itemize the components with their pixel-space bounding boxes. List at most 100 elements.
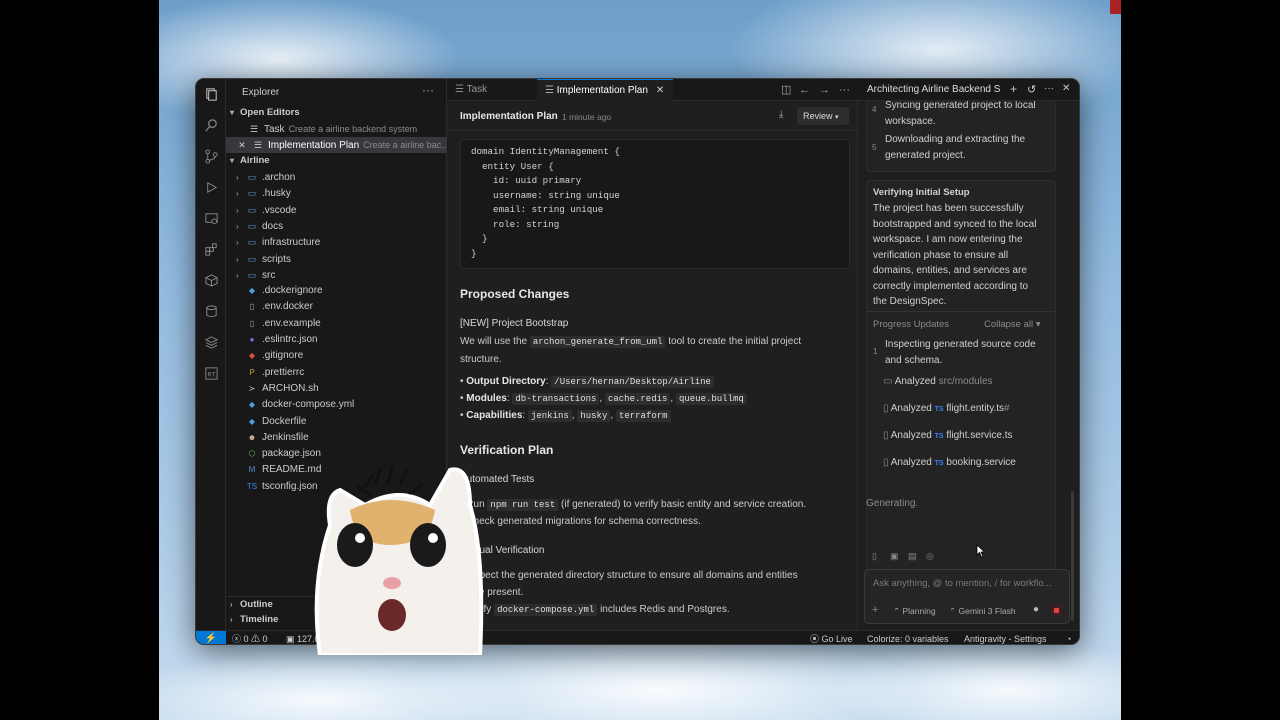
list-item: • Verify docker-compose.yml includes Red… bbox=[460, 601, 845, 619]
file-item[interactable]: ◆ .gitignore bbox=[226, 348, 447, 364]
task-card: Verifying Initial Setup The project has … bbox=[866, 180, 1056, 585]
close-icon[interactable]: ✕ bbox=[1062, 83, 1070, 94]
open-editor-item[interactable]: ✕ ☰ Implementation Plan Create a airline ba… bbox=[226, 137, 447, 153]
chat-input[interactable]: Ask anything, @ to mention, / for workfl… bbox=[873, 578, 1052, 589]
split-editor-icon[interactable]: ◫ bbox=[781, 79, 791, 101]
open-editors-header[interactable]: ▾ Open Editors bbox=[226, 105, 447, 121]
add-context-icon[interactable]: + bbox=[872, 604, 878, 616]
folder-icon: ▭ bbox=[247, 172, 257, 182]
browser-icon[interactable]: ▤ bbox=[908, 551, 917, 562]
step-number: 5 bbox=[872, 143, 877, 152]
extensions-icon[interactable] bbox=[204, 242, 219, 257]
document-timestamp: 1 minute ago bbox=[562, 112, 612, 122]
terminal-panel-icon[interactable]: RT bbox=[204, 366, 219, 381]
file-icon: ● bbox=[249, 335, 255, 344]
file-icon: TS bbox=[246, 481, 258, 491]
agent-panel-header: Architecting Airline Backend S + ↺ ··· ✕ bbox=[857, 79, 1079, 101]
go-live-button[interactable]: ⦿ Go Live bbox=[810, 631, 853, 644]
file-item[interactable]: ◆ docker-compose.yml bbox=[226, 397, 447, 413]
explorer-title: Explorer bbox=[242, 87, 280, 98]
review-button[interactable]: Review ▾ bbox=[797, 107, 849, 125]
document-header: Implementation Plan 1 minute ago ⤓ Revie… bbox=[447, 101, 857, 131]
more-actions-icon[interactable]: ··· bbox=[422, 83, 434, 97]
folder-item[interactable]: › ▭ docs bbox=[226, 218, 447, 234]
agent-conversation-title: Architecting Airline Backend S bbox=[867, 84, 1001, 95]
mouse-cursor-icon bbox=[976, 544, 986, 558]
file-item[interactable]: P .prettierrc bbox=[226, 365, 447, 381]
cube-icon[interactable] bbox=[204, 273, 219, 288]
scrollbar[interactable] bbox=[1071, 491, 1074, 621]
agent-panel: 4 Syncing generated project to local wor… bbox=[857, 101, 1079, 630]
model-selector[interactable]: ⌃ Gemini 3 Flash bbox=[949, 606, 1016, 617]
download-icon[interactable]: ⤓ bbox=[779, 109, 783, 120]
globe-icon[interactable]: ◎ bbox=[926, 551, 934, 562]
more-actions-icon[interactable]: ··· bbox=[1044, 83, 1054, 94]
list-icon: ☰ bbox=[253, 140, 263, 150]
collapse-all-button[interactable]: Collapse all ▾ bbox=[984, 317, 1041, 333]
cat-sticker bbox=[314, 465, 484, 655]
microphone-icon[interactable]: ● bbox=[1033, 604, 1039, 615]
run-debug-icon[interactable] bbox=[204, 180, 219, 195]
file-icon[interactable]: ▯ bbox=[872, 551, 877, 562]
tab-task[interactable]: ☰ Task bbox=[447, 79, 537, 101]
folder-icon: ▭ bbox=[247, 237, 257, 248]
mode-selector[interactable]: ⌃ Planning bbox=[893, 606, 936, 617]
history-icon[interactable]: ↺ bbox=[1027, 83, 1036, 96]
search-icon[interactable] bbox=[204, 118, 219, 133]
remote-explorer-icon[interactable] bbox=[204, 211, 219, 226]
source-control-icon[interactable] bbox=[204, 149, 219, 164]
image-icon[interactable]: ▣ bbox=[890, 551, 899, 562]
folder-item[interactable]: › ▭ .archon bbox=[226, 169, 447, 185]
close-icon[interactable]: ✕ bbox=[236, 137, 248, 153]
forward-arrow-icon[interactable]: → bbox=[819, 79, 830, 101]
svg-text:RT: RT bbox=[208, 370, 216, 378]
code-line: entity User { bbox=[471, 160, 554, 172]
close-icon[interactable]: ✕ bbox=[656, 85, 664, 96]
code-line: username: string unique bbox=[471, 189, 620, 201]
folder-icon: ▭ bbox=[247, 204, 257, 215]
open-editor-item[interactable]: ☰ Task Create a airline backend system bbox=[226, 121, 447, 137]
folder-item[interactable]: › ▭ scripts bbox=[226, 251, 447, 267]
chevron-up-icon: ⌃ bbox=[949, 606, 957, 616]
bell-icon[interactable]: ◔ bbox=[1066, 631, 1071, 644]
list-item: • Check generated migrations for schema … bbox=[460, 516, 701, 527]
plus-icon[interactable]: + bbox=[1010, 82, 1017, 96]
tab-implementation-plan[interactable]: ☰ Implementation Plan ✕ bbox=[537, 79, 673, 101]
folder-item[interactable]: › ▭ infrastructure bbox=[226, 234, 447, 250]
project-header[interactable]: ▾ Airline bbox=[226, 153, 447, 169]
folder-item[interactable]: › ▭ .vscode bbox=[226, 202, 447, 218]
folder-item[interactable]: › ▭ src bbox=[226, 267, 447, 283]
file-icon: M bbox=[248, 465, 256, 475]
file-icon: ◆ bbox=[248, 400, 256, 410]
settings-indicator[interactable]: Antigravity - Settings bbox=[964, 631, 1047, 644]
colorize-indicator[interactable]: Colorize: 0 variables bbox=[867, 631, 949, 644]
bootstrap-paragraph: We will use the archon_generate_from_uml… bbox=[460, 336, 802, 365]
more-actions-icon[interactable]: ··· bbox=[839, 79, 850, 101]
chat-input-box: Ask anything, @ to mention, / for workfl… bbox=[864, 569, 1070, 624]
task-heading: Verifying Initial Setup bbox=[873, 187, 970, 198]
layers-icon[interactable] bbox=[204, 335, 219, 350]
explorer-icon[interactable] bbox=[204, 87, 219, 102]
activity-bar: RT bbox=[196, 79, 226, 630]
file-item[interactable]: ▯ .env.example bbox=[226, 316, 447, 332]
file-icon: ◆ bbox=[248, 286, 256, 296]
file-item[interactable]: ⬡ package.json bbox=[226, 446, 447, 462]
folder-icon: ▭ bbox=[247, 253, 257, 264]
file-item[interactable]: ▯ .env.docker bbox=[226, 299, 447, 315]
file-item[interactable]: ◆ .dockerignore bbox=[226, 283, 447, 299]
file-item[interactable]: ◆ Dockerfile bbox=[226, 414, 447, 430]
folder-icon: ▭ bbox=[883, 376, 895, 387]
file-icon: ▯ bbox=[249, 302, 255, 312]
stop-button[interactable] bbox=[1051, 605, 1062, 616]
back-arrow-icon[interactable]: ← bbox=[799, 79, 810, 101]
database-icon[interactable] bbox=[204, 304, 219, 319]
problems-indicator[interactable]: ⓧ 0 ⚠ 0 bbox=[232, 631, 268, 644]
file-icon: ≻ bbox=[248, 383, 256, 393]
file-item[interactable]: ☻ Jenkinsfile bbox=[226, 430, 447, 446]
list-item: • Output Directory: /Users/hernan/Deskto… bbox=[460, 373, 845, 391]
folder-item[interactable]: › ▭ .husky bbox=[226, 185, 447, 201]
list-item: • Capabilities: jenkins, husky, terrafor… bbox=[460, 407, 845, 425]
file-item[interactable]: ● .eslintrc.json bbox=[226, 332, 447, 348]
remote-indicator-icon[interactable]: ⚡ bbox=[196, 631, 226, 644]
file-item[interactable]: ≻ ARCHON.sh bbox=[226, 381, 447, 397]
